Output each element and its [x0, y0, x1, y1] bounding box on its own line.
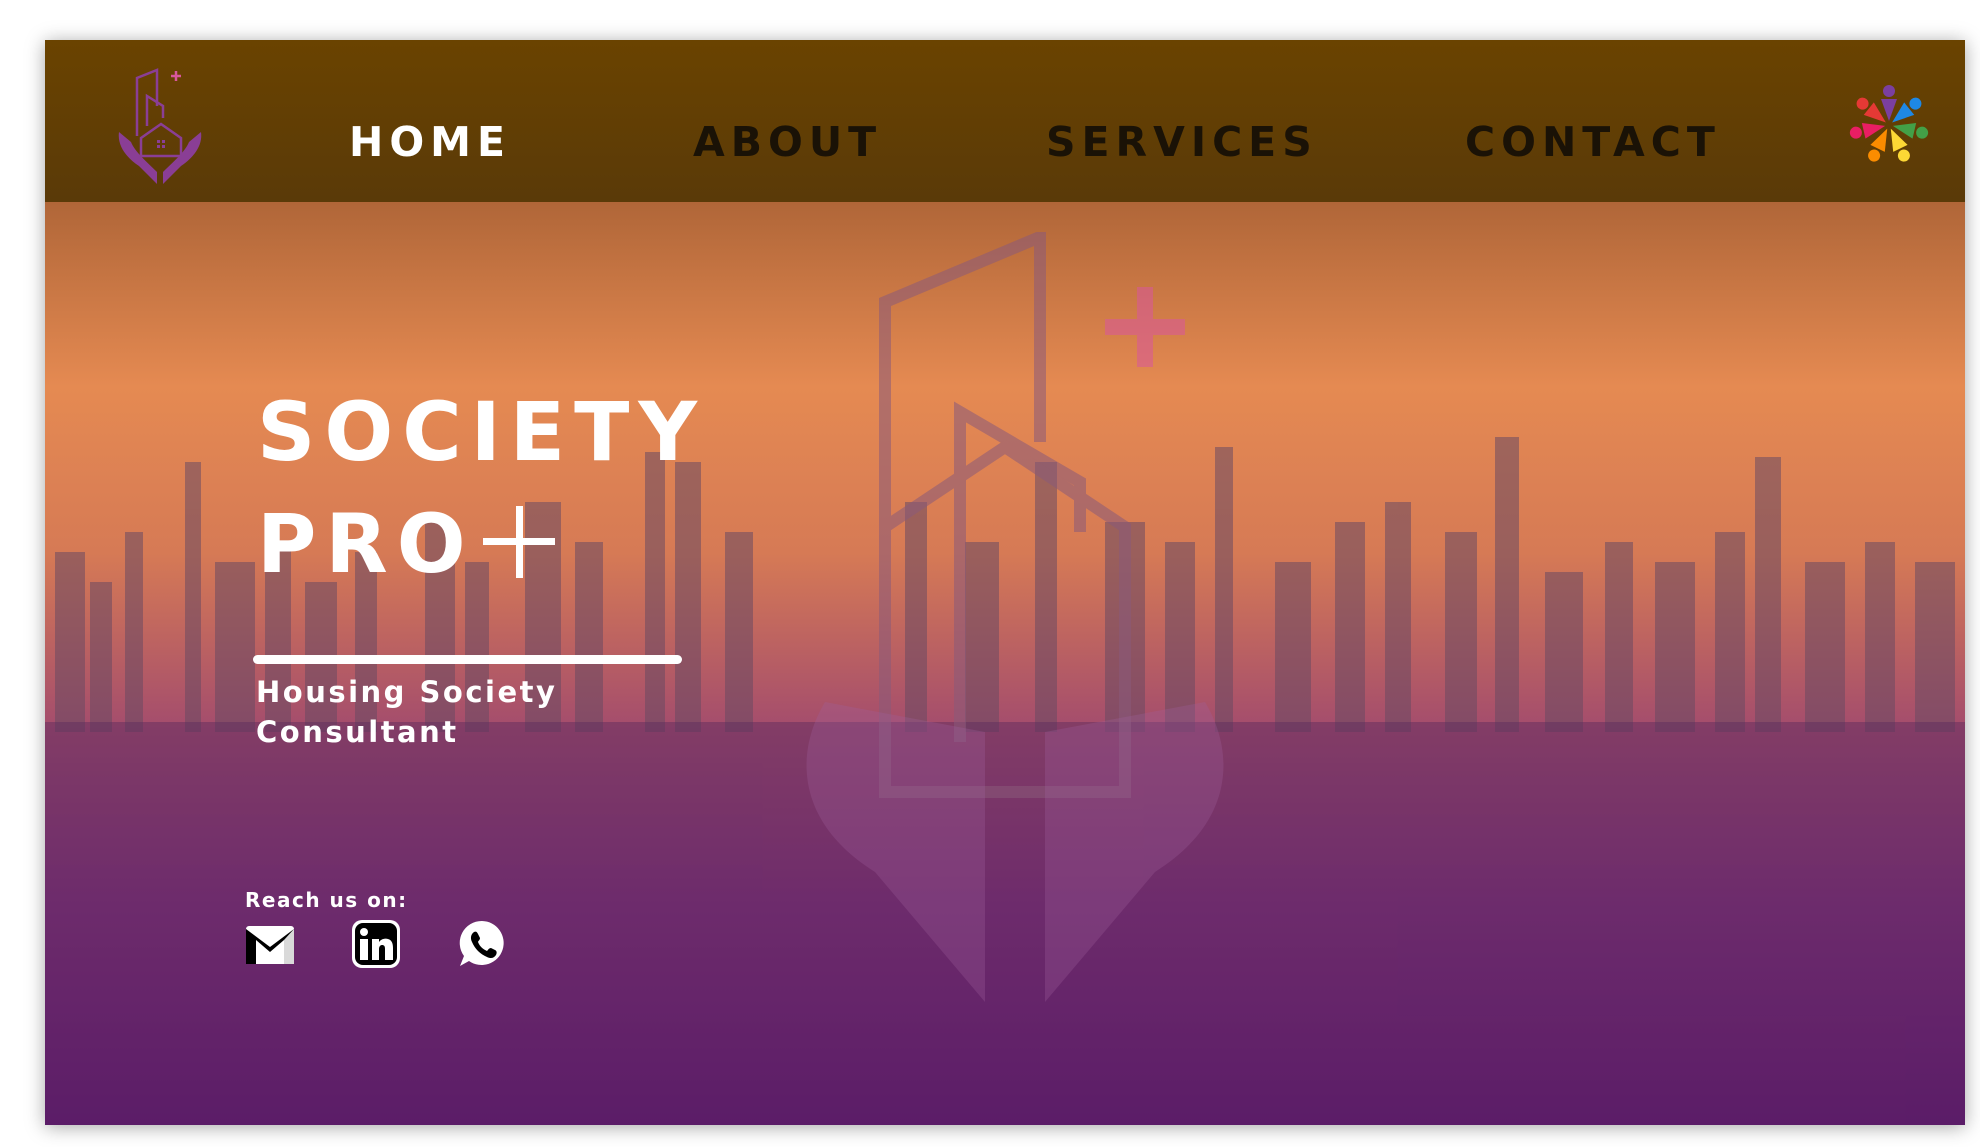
hero-title: SOCIETY PRO: [257, 377, 706, 601]
page-frame: HOME ABOUT SERVICES CONTACT SOCIETY PRO …: [45, 40, 1965, 1125]
top-navigation-bar: HOME ABOUT SERVICES CONTACT: [45, 40, 1965, 203]
nav-home-link[interactable]: HOME: [349, 116, 511, 168]
nav-contact-link[interactable]: CONTACT: [1465, 116, 1721, 168]
gmail-icon[interactable]: [244, 918, 296, 970]
nav-about-link[interactable]: ABOUT: [693, 116, 882, 168]
nav-services-link[interactable]: SERVICES: [1046, 116, 1318, 168]
hero-title-line-2: PRO: [257, 498, 475, 592]
subtitle-line-1: Housing Society: [256, 675, 558, 709]
watermark-logo-icon: [806, 232, 1224, 1002]
title-underline-divider: [253, 655, 682, 664]
hero-subtitle: Housing Society Consultant: [256, 672, 656, 752]
whatsapp-icon[interactable]: [456, 918, 508, 970]
hero-title-line-1: SOCIETY: [257, 386, 707, 480]
hero-section: SOCIETY PRO Housing Society Consultant Rea…: [45, 202, 1965, 1125]
community-people-logo-icon: [1849, 85, 1929, 162]
linkedin-icon[interactable]: [350, 918, 402, 970]
reach-us-label: Reach us on:: [245, 888, 408, 912]
subtitle-line-2: Consultant: [256, 715, 459, 749]
plus-icon: [482, 506, 555, 578]
brand-logo-icon[interactable]: [117, 66, 203, 184]
